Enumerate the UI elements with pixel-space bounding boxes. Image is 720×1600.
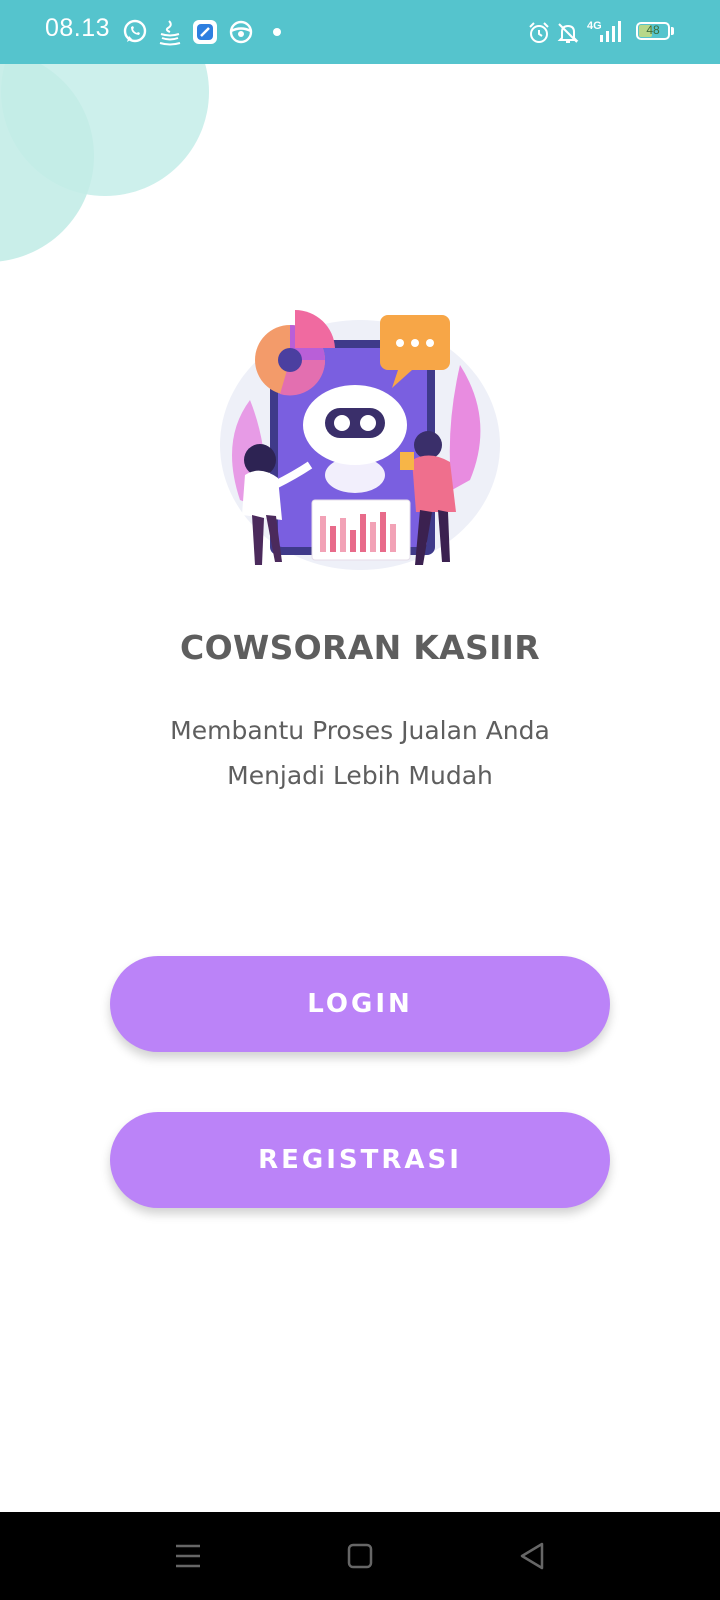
java-icon bbox=[159, 20, 181, 46]
decorative-circles bbox=[0, 64, 209, 262]
home-icon[interactable] bbox=[338, 1534, 382, 1578]
battery-tip bbox=[671, 27, 674, 35]
tagline-line-1: Membantu Proses Jualan Anda bbox=[170, 716, 550, 745]
login-button[interactable]: LOGIN bbox=[110, 956, 610, 1052]
register-button[interactable]: REGISTRASI bbox=[110, 1112, 610, 1208]
tagline-line-2: Menjadi Lebih Mudah bbox=[227, 761, 493, 790]
dot-icon bbox=[273, 28, 281, 36]
status-time: 08.13 bbox=[45, 14, 111, 42]
battery-level: 48 bbox=[646, 23, 660, 37]
menu-icon[interactable] bbox=[166, 1534, 210, 1578]
svg-text:4G: 4G bbox=[587, 20, 602, 32]
robot-chat-illustration bbox=[220, 309, 500, 570]
steering-wheel-icon bbox=[229, 20, 253, 44]
status-bar: 08.13 4G 48 bbox=[0, 0, 720, 64]
4g-signal-icon: 4G bbox=[587, 20, 621, 42]
app-icon bbox=[193, 20, 217, 44]
battery-icon: 48 bbox=[636, 22, 670, 40]
tagline: Membantu Proses Jualan Anda Menjadi Lebi… bbox=[0, 708, 720, 798]
app-title: COWSORAN KASIIR bbox=[180, 628, 540, 667]
back-icon[interactable] bbox=[510, 1534, 554, 1578]
alarm-icon bbox=[529, 22, 549, 43]
mute-icon bbox=[557, 23, 579, 43]
whatsapp-icon bbox=[123, 19, 147, 43]
navigation-bar bbox=[0, 1512, 720, 1600]
